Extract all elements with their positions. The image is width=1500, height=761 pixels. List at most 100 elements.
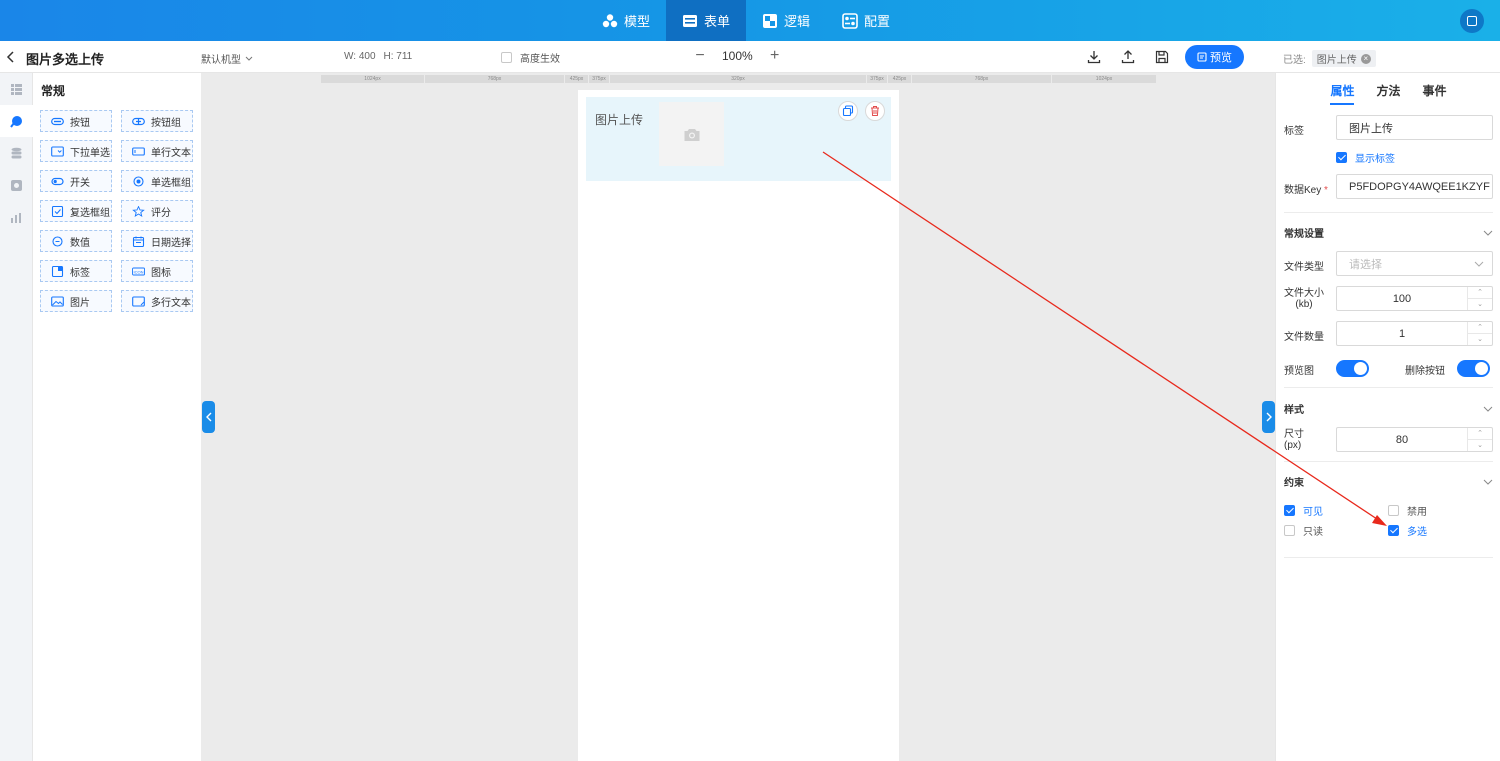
label-input[interactable]: 图片上传 <box>1336 115 1493 140</box>
text-input-icon <box>132 146 145 156</box>
checkbox-checked <box>1388 525 1399 536</box>
tab-properties[interactable]: 属性 <box>1330 73 1355 107</box>
delete-button-toggle[interactable] <box>1457 360 1490 377</box>
readonly-checkbox[interactable]: 只读 <box>1284 523 1323 538</box>
dropdown-icon <box>51 145 64 157</box>
increment-button[interactable]: ⌃ <box>1468 322 1492 334</box>
component-label: 开关 <box>70 177 90 189</box>
show-label-checkbox[interactable]: 显示标签 <box>1336 150 1395 165</box>
section-general-settings[interactable]: 常规设置 <box>1284 225 1493 240</box>
component-label: 图片 <box>70 297 90 309</box>
tab-logic-label: 逻辑 <box>784 14 811 29</box>
decrement-button[interactable]: ⌄ <box>1468 440 1492 452</box>
back-arrow-icon[interactable] <box>6 50 16 64</box>
component-label-tag[interactable]: 标签 <box>40 260 112 282</box>
height-effect-checkbox[interactable]: 高度生效 <box>501 50 560 65</box>
ruler-segment[interactable]: 768px <box>912 75 1052 83</box>
label-field-title: 标签 <box>1284 126 1304 137</box>
increment-button[interactable]: ⌃ <box>1468 428 1492 440</box>
copy-button[interactable] <box>838 101 858 121</box>
tab-logic[interactable]: 逻辑 <box>746 0 826 41</box>
component-button-group[interactable]: 按钮组 <box>121 110 193 132</box>
tab-form[interactable]: 表单 <box>666 0 747 41</box>
zoom-in-button[interactable]: + <box>769 47 781 65</box>
rail-outline[interactable] <box>0 73 33 105</box>
collapse-right-panel-button[interactable] <box>1262 401 1275 433</box>
upload-field-label: 图片上传 <box>595 113 644 127</box>
ruler-segment[interactable]: 425px <box>565 75 589 83</box>
fullscreen-button[interactable] <box>1460 9 1484 33</box>
rail-chart[interactable] <box>0 201 33 233</box>
file-size-unit: (kb) <box>1295 299 1313 310</box>
close-icon[interactable]: × <box>1360 53 1371 64</box>
section-constraint[interactable]: 约束 <box>1284 474 1493 489</box>
tab-model-label: 模型 <box>624 14 651 29</box>
zoom-control: − 100% + <box>694 47 781 65</box>
file-size-title-text: 文件大小 <box>1284 288 1324 299</box>
delete-button[interactable] <box>865 101 885 121</box>
ruler-segment[interactable]: 768px <box>425 75 565 83</box>
ruler-segment[interactable]: 1024px <box>1052 75 1157 83</box>
textarea-icon <box>132 295 145 307</box>
ruler-segment[interactable]: 425px <box>888 75 912 83</box>
ruler-segment[interactable]: 320px <box>610 75 867 83</box>
component-number[interactable]: 数值 <box>40 230 112 252</box>
component-icon[interactable]: ICON 图标 <box>121 260 193 282</box>
component-text-input[interactable]: 单行文本 <box>121 140 193 162</box>
component-textarea[interactable]: 多行文本 <box>121 290 193 312</box>
visible-checkbox[interactable]: 可见 <box>1284 503 1323 518</box>
canvas-size: W: 400 H: 711 <box>344 51 412 62</box>
ruler-segment[interactable]: 375px <box>589 75 610 83</box>
data-key-input[interactable]: P5FDOPGY4AWQEE1KZYF <box>1336 174 1493 199</box>
device-model-value: 默认机型 <box>201 55 241 66</box>
tab-config[interactable]: 配置 <box>826 0 906 41</box>
file-type-select[interactable]: 请选择 <box>1336 251 1493 276</box>
size-stepper[interactable]: 80 ⌃ ⌄ <box>1336 427 1493 452</box>
config-icon <box>842 12 858 29</box>
component-image[interactable]: 图片 <box>40 290 112 312</box>
tab-events[interactable]: 事件 <box>1423 73 1447 107</box>
multiple-checkbox[interactable]: 多选 <box>1388 523 1427 538</box>
preview-image-toggle[interactable] <box>1336 360 1369 377</box>
checkbox-checked <box>1336 152 1347 163</box>
rail-media[interactable] <box>0 169 33 201</box>
selected-tag[interactable]: 图片上传 × <box>1311 50 1376 67</box>
tab-methods[interactable]: 方法 <box>1376 73 1400 107</box>
image-upload-box[interactable] <box>659 102 724 166</box>
file-type-placeholder: 请选择 <box>1349 258 1382 271</box>
component-button[interactable]: 按钮 <box>40 110 112 132</box>
stepper-controls: ⌃ ⌄ <box>1467 428 1492 451</box>
rail-data[interactable] <box>0 137 33 169</box>
ruler-segment[interactable]: 1024px <box>321 75 425 83</box>
square-icon <box>1467 16 1477 26</box>
decrement-button[interactable]: ⌄ <box>1468 334 1492 346</box>
component-radio-group[interactable]: 单选框组 <box>121 170 193 192</box>
rail-components[interactable] <box>0 105 33 137</box>
checkbox-unchecked <box>1388 505 1399 516</box>
device-model-select[interactable]: 默认机型 <box>201 51 253 66</box>
stepper-controls: ⌃ ⌄ <box>1467 287 1492 310</box>
decrement-button[interactable]: ⌄ <box>1468 299 1492 311</box>
image-upload-field[interactable]: 图片上传 <box>586 97 891 181</box>
component-date-picker[interactable]: 日期选择 <box>121 230 193 252</box>
zoom-out-button[interactable]: − <box>694 47 706 65</box>
component-dropdown[interactable]: 下拉单选 <box>40 140 112 162</box>
download-icon[interactable] <box>1086 49 1102 65</box>
component-rating[interactable]: 评分 <box>121 200 193 222</box>
tab-model[interactable]: 模型 <box>586 0 666 41</box>
file-size-stepper[interactable]: 100 ⌃ ⌄ <box>1336 286 1493 311</box>
save-icon[interactable] <box>1154 49 1170 65</box>
upload-icon[interactable] <box>1120 49 1136 65</box>
preview-button[interactable]: 预览 <box>1185 45 1244 69</box>
outline-icon <box>11 83 22 95</box>
disabled-checkbox[interactable]: 禁用 <box>1388 503 1427 518</box>
component-checkbox-group[interactable]: 复选框组 <box>40 200 112 222</box>
file-count-stepper[interactable]: 1 ⌃ ⌄ <box>1336 321 1493 346</box>
component-switch[interactable]: 开关 <box>40 170 112 192</box>
collapse-left-panel-button[interactable] <box>202 401 215 433</box>
media-icon <box>11 179 22 191</box>
component-label: 单选框组 <box>151 177 191 189</box>
increment-button[interactable]: ⌃ <box>1468 287 1492 299</box>
section-style[interactable]: 样式 <box>1284 401 1493 416</box>
ruler-segment[interactable]: 375px <box>867 75 888 83</box>
